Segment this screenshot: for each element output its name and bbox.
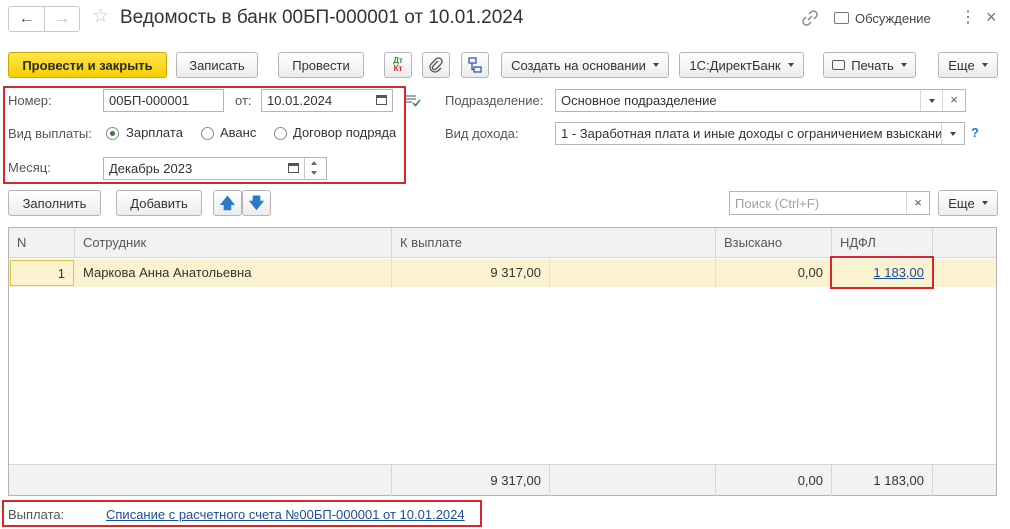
header-highlight-box bbox=[3, 86, 406, 184]
dropdown-button[interactable] bbox=[920, 90, 943, 111]
back-button[interactable]: ← bbox=[9, 7, 45, 31]
help-icon[interactable]: ? bbox=[971, 125, 979, 140]
total-ndfl: 1 183,00 bbox=[832, 465, 933, 496]
fill-check-icon[interactable] bbox=[404, 92, 422, 108]
total-to-pay: 9 317,00 bbox=[392, 465, 550, 496]
column-header-n[interactable]: N bbox=[9, 228, 75, 258]
chevron-down-icon bbox=[981, 201, 988, 205]
window-title: Ведомость в банк 00БП-000001 от 10.01.20… bbox=[120, 7, 524, 28]
chevron-down-icon bbox=[900, 63, 907, 67]
structure-button[interactable] bbox=[461, 52, 489, 78]
print-button[interactable]: Печать bbox=[823, 52, 916, 78]
cell-collected[interactable]: 0,00 bbox=[716, 259, 832, 287]
table-more-button[interactable]: Еще bbox=[938, 190, 998, 216]
discussion-button[interactable]: Обсуждение bbox=[834, 8, 931, 28]
nav-group: ← → bbox=[8, 6, 80, 32]
fill-button[interactable]: Заполнить bbox=[8, 190, 101, 216]
chevron-down-icon bbox=[950, 132, 956, 136]
chat-icon bbox=[834, 12, 849, 24]
forward-button[interactable]: → bbox=[45, 7, 79, 31]
arrow-down-icon: 🡇 bbox=[248, 194, 265, 212]
dtkt-button[interactable]: Дт Кт bbox=[384, 52, 412, 78]
dropdown-button[interactable] bbox=[941, 123, 964, 144]
department-label: Подразделение: bbox=[445, 93, 544, 108]
move-up-button[interactable]: 🡅 bbox=[213, 190, 242, 216]
arrow-up-icon: 🡅 bbox=[219, 194, 236, 212]
create-based-on-button[interactable]: Создать на основании bbox=[501, 52, 669, 78]
column-header-to-pay[interactable]: К выплате bbox=[392, 228, 716, 258]
arrow-left-icon: ← bbox=[18, 10, 35, 27]
more-button[interactable]: Еще bbox=[938, 52, 998, 78]
add-button[interactable]: Добавить bbox=[116, 190, 202, 216]
attachment-button[interactable] bbox=[422, 52, 450, 78]
column-header-collected[interactable]: Взыскано bbox=[716, 228, 832, 258]
post-button[interactable]: Провести bbox=[278, 52, 364, 78]
direct-bank-button[interactable]: 1С:ДиректБанк bbox=[679, 52, 804, 78]
favorite-star-icon[interactable]: ☆ bbox=[92, 6, 109, 28]
structure-icon bbox=[468, 57, 482, 73]
discussion-label: Обсуждение bbox=[855, 10, 931, 26]
chevron-down-icon bbox=[652, 63, 659, 67]
cell-n[interactable]: 1 bbox=[10, 260, 74, 286]
cell-to-pay-extra[interactable] bbox=[550, 259, 716, 287]
paperclip-icon bbox=[429, 57, 443, 73]
table-header: N Сотрудник К выплате Взыскано НДФЛ bbox=[9, 228, 996, 258]
dtkt-icon: Дт Кт bbox=[393, 56, 403, 73]
printer-icon bbox=[832, 60, 846, 70]
cell-employee[interactable]: Маркова Анна Анатольевна bbox=[75, 259, 392, 287]
table-totals: 9 317,00 0,00 1 183,00 bbox=[9, 464, 996, 496]
chevron-down-icon bbox=[787, 63, 794, 67]
chevron-down-icon bbox=[981, 63, 988, 67]
income-type-field[interactable]: 1 - Заработная плата и иные доходы с огр… bbox=[555, 122, 965, 145]
post-and-close-button[interactable]: Провести и закрыть bbox=[8, 52, 167, 78]
ndfl-highlight-box bbox=[830, 256, 934, 289]
cell-empty bbox=[933, 259, 996, 287]
chevron-down-icon bbox=[929, 99, 935, 103]
move-down-button[interactable]: 🡇 bbox=[242, 190, 271, 216]
cell-to-pay[interactable]: 9 317,00 bbox=[392, 259, 550, 287]
save-button[interactable]: Записать bbox=[176, 52, 258, 78]
income-type-label: Вид дохода: bbox=[445, 126, 519, 141]
link-icon[interactable] bbox=[800, 8, 820, 28]
payment-highlight-box bbox=[2, 500, 482, 527]
column-header-ndfl[interactable]: НДФЛ bbox=[832, 228, 933, 258]
department-field[interactable]: Основное подразделение × bbox=[555, 89, 966, 112]
column-header-empty bbox=[933, 228, 996, 258]
close-icon[interactable]: × bbox=[986, 7, 997, 27]
column-header-employee[interactable]: Сотрудник bbox=[75, 228, 392, 258]
arrow-right-icon: → bbox=[54, 10, 70, 27]
more-vertical-icon[interactable]: ⋮ bbox=[960, 8, 976, 28]
clear-icon[interactable]: × bbox=[906, 192, 929, 214]
search-input[interactable]: Поиск (Ctrl+F) × bbox=[729, 191, 930, 215]
clear-icon[interactable]: × bbox=[942, 90, 965, 111]
total-collected: 0,00 bbox=[716, 465, 832, 496]
